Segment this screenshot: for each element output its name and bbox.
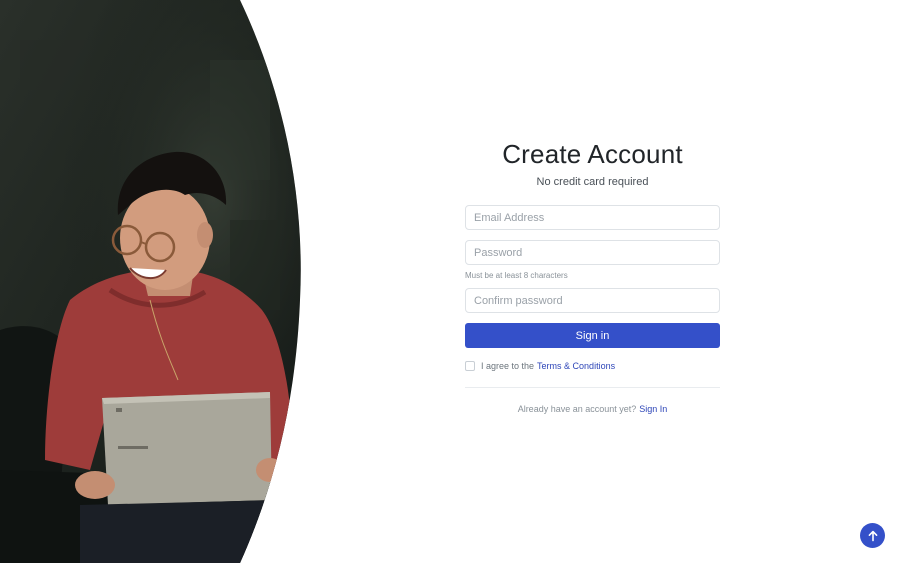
password-field[interactable] — [465, 240, 720, 265]
confirm-password-field[interactable] — [465, 288, 720, 313]
terms-checkbox[interactable] — [465, 361, 475, 371]
signin-prompt: Already have an account yet? Sign In — [465, 404, 720, 414]
arrow-up-icon — [867, 530, 879, 542]
divider — [465, 387, 720, 388]
password-hint: Must be at least 8 characters — [465, 271, 568, 280]
terms-label: I agree to the — [481, 361, 535, 371]
signin-prompt-text: Already have an account yet? — [517, 404, 637, 414]
page-title: Create Account — [502, 139, 683, 169]
back-to-top-button[interactable] — [860, 523, 885, 548]
terms-agreement: I agree to the Terms & Conditions — [465, 361, 720, 371]
sign-in-button[interactable]: Sign in — [465, 323, 720, 348]
page-subtitle: No credit card required — [536, 176, 649, 188]
signup-form: Create Account No credit card required M… — [465, 138, 720, 414]
email-field[interactable] — [465, 205, 720, 230]
terms-link[interactable]: Terms & Conditions — [537, 361, 615, 371]
hero-image — [0, 0, 305, 563]
signin-link[interactable]: Sign In — [639, 404, 667, 414]
